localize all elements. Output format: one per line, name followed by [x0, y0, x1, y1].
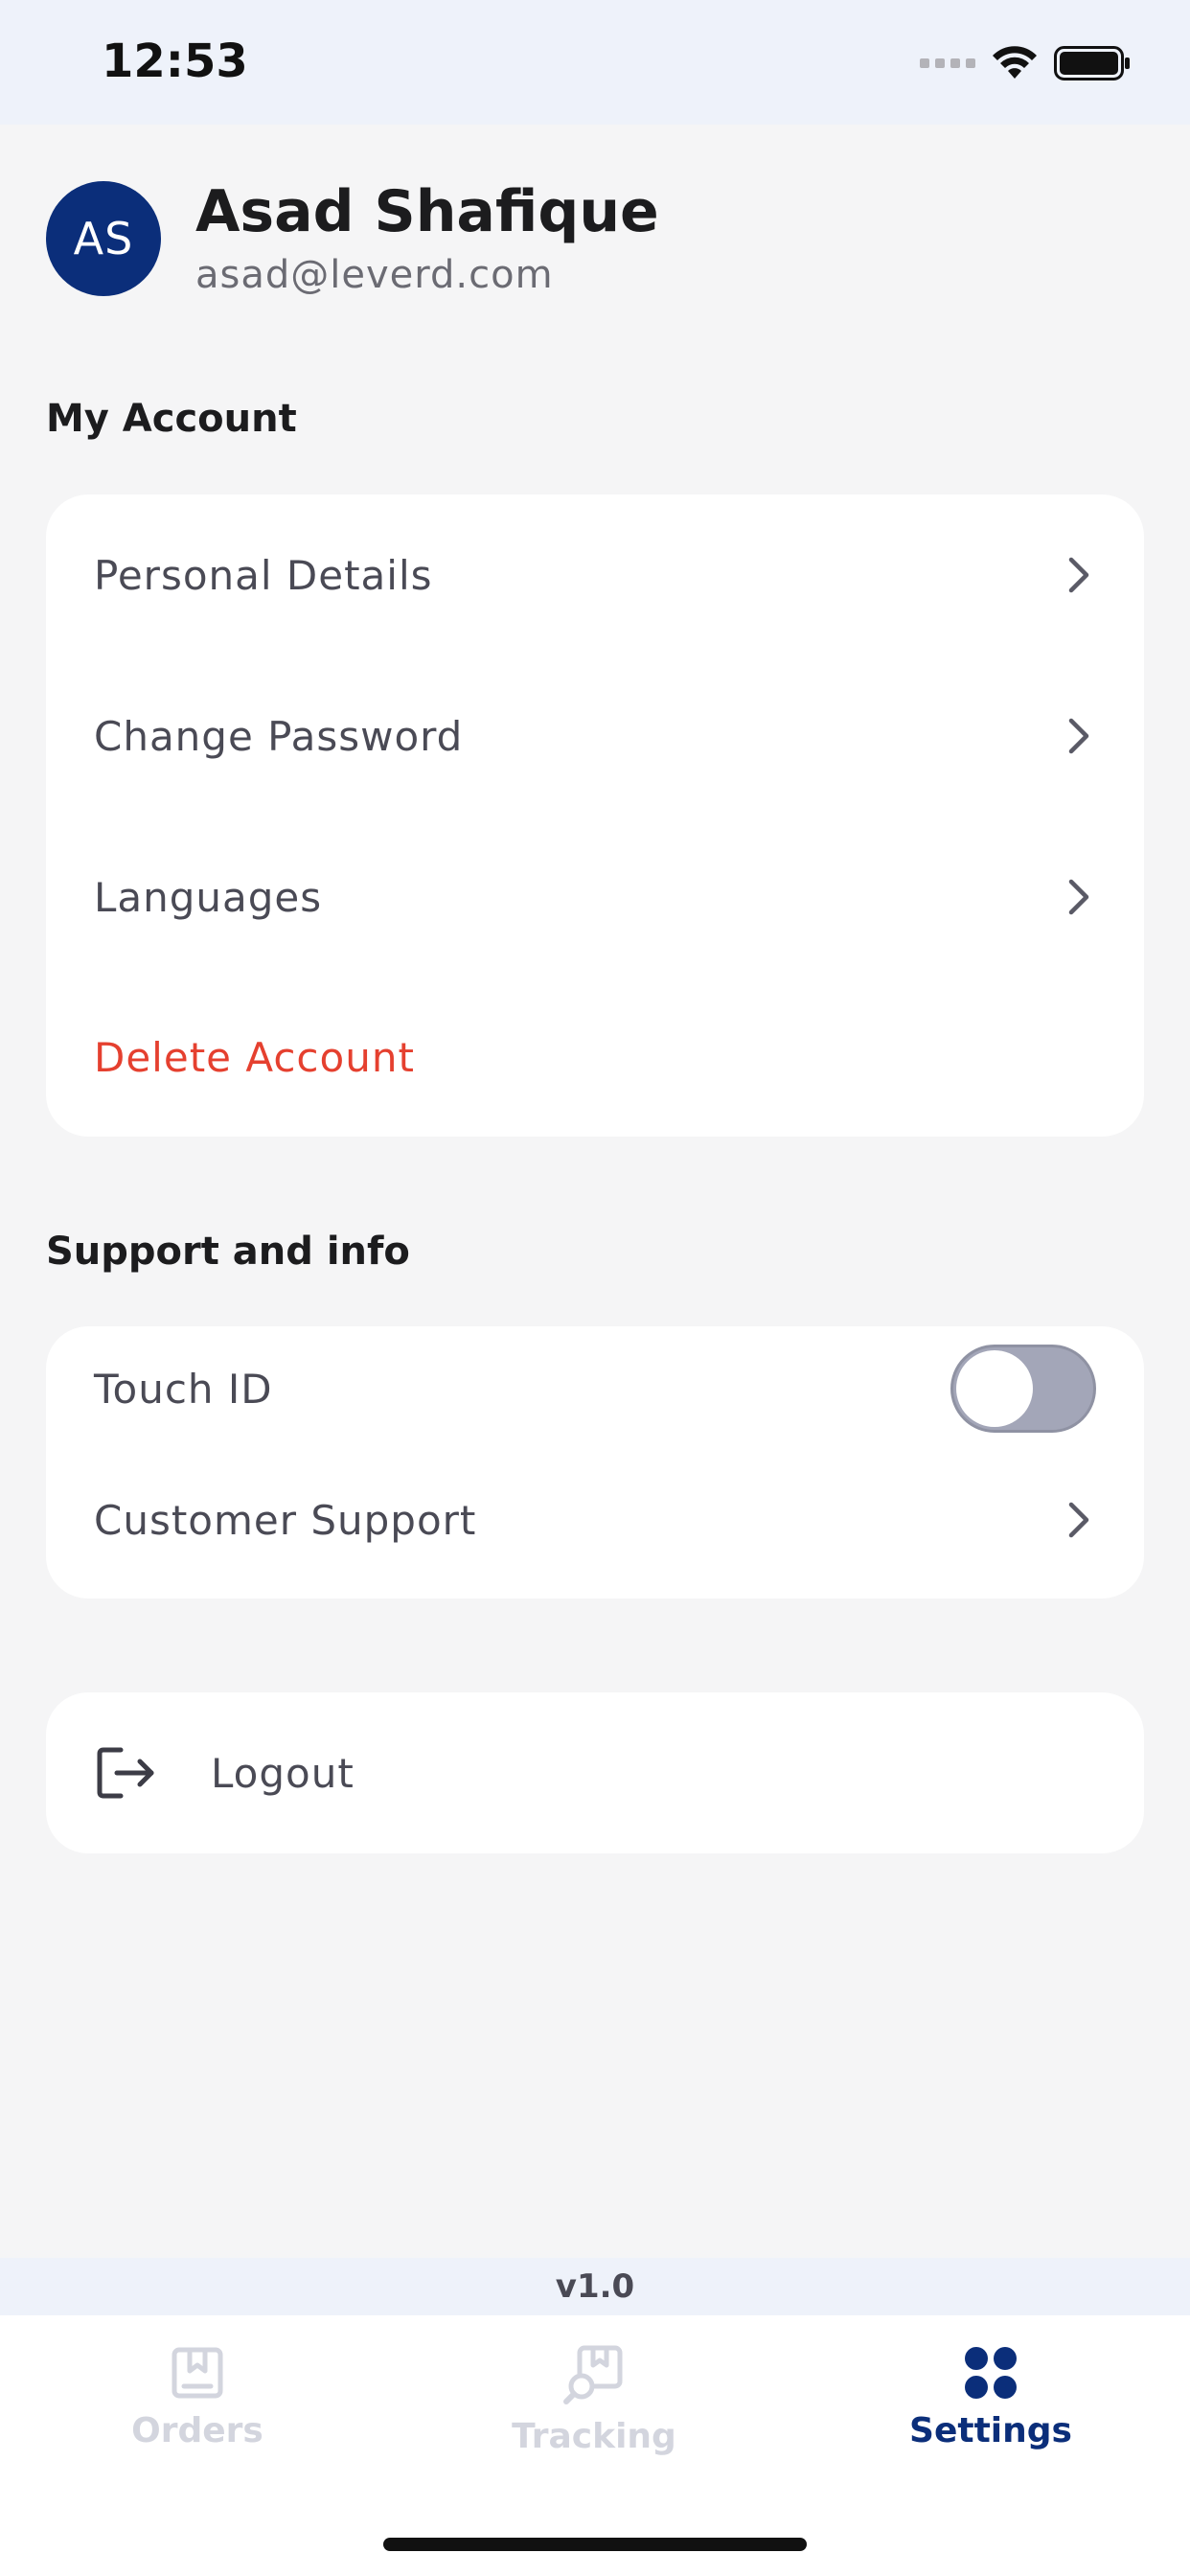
- version-bar: v1.0: [0, 2258, 1190, 2315]
- avatar-initials: AS: [73, 213, 134, 264]
- profile-email: asad@leverd.com: [195, 253, 554, 297]
- profile-name: Asad Shafique: [195, 178, 659, 245]
- status-bar: 12:53: [0, 0, 1190, 125]
- change-password-label: Change Password: [94, 712, 464, 760]
- touch-id-row: Touch ID: [46, 1326, 1144, 1441]
- touch-id-toggle[interactable]: [950, 1345, 1096, 1433]
- chevron-right-icon: [1068, 879, 1089, 915]
- tracking-icon: [563, 2345, 623, 2404]
- settings-icon: [965, 2347, 1017, 2399]
- orders-icon: [172, 2347, 223, 2399]
- personal-details-row[interactable]: Personal Details: [46, 494, 1144, 656]
- status-icons: [920, 44, 1131, 82]
- customer-support-row[interactable]: Customer Support: [46, 1441, 1144, 1598]
- logout-card: Logout: [46, 1692, 1144, 1853]
- status-time: 12:53: [102, 34, 248, 88]
- delete-account-row[interactable]: Delete Account: [46, 978, 1144, 1137]
- logout-label: Logout: [211, 1749, 355, 1797]
- signal-icon: [920, 58, 975, 68]
- profile-header: AS Asad Shafique asad@leverd.com: [46, 180, 659, 297]
- tab-orders-label: Orders: [131, 2411, 263, 2450]
- tab-tracking[interactable]: Tracking: [450, 2344, 738, 2478]
- change-password-row[interactable]: Change Password: [46, 656, 1144, 816]
- section-title-support: Support and info: [46, 1230, 410, 1274]
- wifi-icon: [993, 46, 1037, 79]
- version-label: v1.0: [555, 2267, 635, 2306]
- tab-orders[interactable]: Orders: [54, 2344, 341, 2478]
- tab-settings-label: Settings: [909, 2411, 1072, 2450]
- languages-label: Languages: [94, 873, 323, 921]
- tab-tracking-label: Tracking: [512, 2417, 676, 2456]
- battery-icon: [1054, 46, 1130, 80]
- chevron-right-icon: [1068, 718, 1089, 754]
- customer-support-label: Customer Support: [94, 1496, 477, 1544]
- tab-settings[interactable]: Settings: [847, 2344, 1134, 2478]
- personal-details-label: Personal Details: [94, 551, 433, 599]
- home-indicator[interactable]: [383, 2538, 807, 2551]
- logout-button[interactable]: Logout: [46, 1692, 1144, 1853]
- logout-icon: [97, 1747, 154, 1799]
- languages-row[interactable]: Languages: [46, 816, 1144, 978]
- touch-id-label: Touch ID: [94, 1365, 273, 1413]
- delete-account-label: Delete Account: [94, 1033, 415, 1081]
- profile-text: Asad Shafique asad@leverd.com: [195, 180, 659, 297]
- avatar: AS: [46, 181, 161, 296]
- section-title-my-account: My Account: [46, 397, 297, 441]
- chevron-right-icon: [1068, 557, 1089, 593]
- chevron-right-icon: [1068, 1502, 1089, 1538]
- support-card: Touch ID Customer Support: [46, 1326, 1144, 1598]
- toggle-knob: [956, 1350, 1033, 1427]
- my-account-card: Personal Details Change Password Languag…: [46, 494, 1144, 1137]
